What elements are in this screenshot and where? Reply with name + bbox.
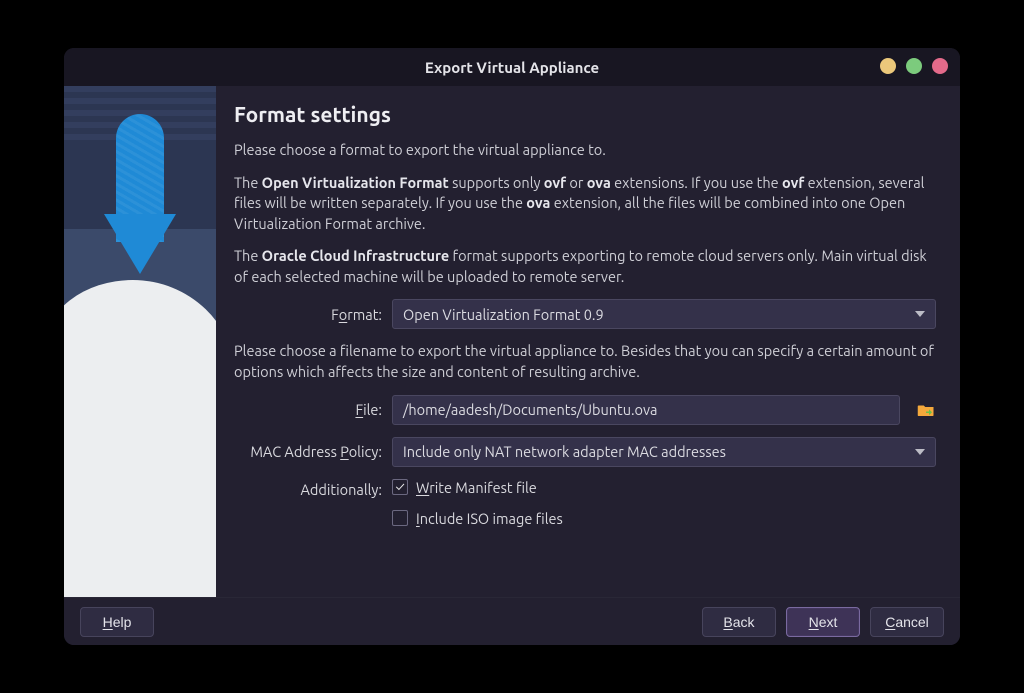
- additionally-row: Additionally: Write Manifest file Includ…: [234, 479, 936, 527]
- cancel-button[interactable]: Cancel: [870, 607, 944, 637]
- ovf-description: The Open Virtualization Format supports …: [234, 173, 936, 235]
- write-manifest-label: Write Manifest file: [416, 479, 537, 496]
- content-area: Format settings Please choose a format t…: [216, 86, 960, 597]
- help-button[interactable]: Help: [80, 607, 154, 637]
- format-row: Format: Open Virtualization Format 0.9: [234, 299, 936, 329]
- include-iso-row: Include ISO image files: [392, 510, 563, 527]
- dialog-body: Format settings Please choose a format t…: [64, 86, 960, 597]
- file-label: File:: [234, 401, 382, 418]
- format-label: Format:: [234, 306, 382, 323]
- intro-text: Please choose a format to export the vir…: [234, 140, 936, 161]
- oci-description: The Oracle Cloud Infrastructure format s…: [234, 246, 936, 287]
- file-row: File: /home/aadesh/Documents/Ubuntu.ova: [234, 395, 936, 425]
- minimize-icon[interactable]: [880, 58, 896, 74]
- titlebar: Export Virtual Appliance: [64, 48, 960, 86]
- window-controls: [880, 58, 948, 74]
- maximize-icon[interactable]: [906, 58, 922, 74]
- include-iso-checkbox[interactable]: [392, 510, 408, 526]
- back-button[interactable]: Back: [702, 607, 776, 637]
- format-select-value: Open Virtualization Format 0.9: [403, 306, 604, 323]
- next-button[interactable]: Next: [786, 607, 860, 637]
- chevron-down-icon: [915, 449, 925, 455]
- file-input[interactable]: /home/aadesh/Documents/Ubuntu.ova: [392, 395, 900, 425]
- additionally-label: Additionally:: [234, 479, 382, 527]
- write-manifest-row: Write Manifest file: [392, 479, 563, 496]
- export-arrow-icon: [86, 114, 194, 324]
- page-title: Format settings: [234, 102, 936, 126]
- dialog-footer: Help Back Next Cancel: [64, 597, 960, 645]
- include-iso-label: Include ISO image files: [416, 510, 563, 527]
- folder-open-icon: [917, 402, 935, 418]
- mac-policy-row: MAC Address Policy: Include only NAT net…: [234, 437, 936, 467]
- mac-policy-select[interactable]: Include only NAT network adapter MAC add…: [392, 437, 936, 467]
- mac-policy-value: Include only NAT network adapter MAC add…: [403, 443, 726, 460]
- write-manifest-checkbox[interactable]: [392, 479, 408, 495]
- wizard-banner: [64, 86, 216, 597]
- chevron-down-icon: [915, 311, 925, 317]
- close-icon[interactable]: [932, 58, 948, 74]
- browse-file-button[interactable]: [916, 400, 936, 420]
- export-appliance-window: Export Virtual Appliance Format settings…: [64, 48, 960, 645]
- mac-policy-label: MAC Address Policy:: [234, 443, 382, 460]
- file-description: Please choose a filename to export the v…: [234, 341, 936, 382]
- format-select[interactable]: Open Virtualization Format 0.9: [392, 299, 936, 329]
- file-input-value: /home/aadesh/Documents/Ubuntu.ova: [403, 401, 658, 418]
- window-title: Export Virtual Appliance: [425, 59, 599, 76]
